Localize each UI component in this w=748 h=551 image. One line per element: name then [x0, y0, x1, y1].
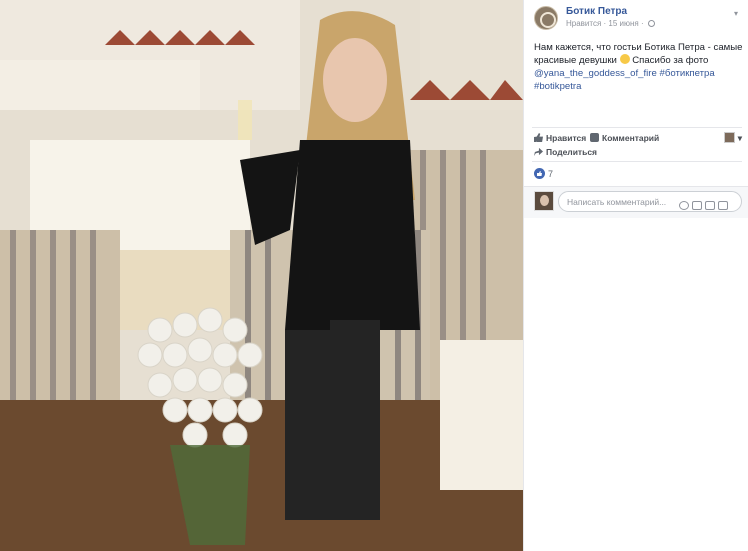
post-meta: Нравится · 15 июня ·: [566, 19, 655, 28]
post-photo[interactable]: [0, 0, 523, 551]
commenter-avatar: [534, 191, 554, 211]
page-avatar[interactable]: [534, 6, 558, 30]
post-actions: Нравится Комментарий ▾ Поделиться: [534, 132, 746, 160]
like-reaction-icon: [534, 168, 545, 179]
page-name-link[interactable]: Ботик Петра: [566, 6, 627, 17]
sticker-icon[interactable]: [718, 201, 728, 210]
mention-link[interactable]: @yana_the_goddess_of_fire: [534, 68, 657, 79]
post-text-part2: Спасибо за фото: [629, 55, 709, 66]
reaction-count: 7: [548, 169, 554, 179]
chevron-down-icon: ▾: [737, 133, 742, 143]
comment-icon: [590, 133, 599, 142]
post-date[interactable]: 15 июня: [608, 19, 638, 28]
user-avatar: [724, 132, 736, 143]
post-side-panel: Ботик Петра Нравится · 15 июня · ▾ Нам к…: [523, 0, 748, 551]
chevron-down-icon[interactable]: ▾: [734, 9, 738, 18]
share-button[interactable]: Поделиться: [534, 147, 597, 157]
camera-icon[interactable]: [692, 201, 702, 210]
globe-icon: [647, 20, 655, 27]
emoji-icon[interactable]: [679, 201, 689, 210]
meta-separator-2: ·: [638, 19, 646, 28]
comment-label: Комментарий: [602, 133, 660, 143]
hashtag-link-en[interactable]: #botikpetra: [534, 81, 581, 92]
divider: [532, 161, 742, 162]
comment-button[interactable]: Комментарий: [590, 133, 659, 143]
thumbs-up-icon: [534, 133, 543, 142]
photo-illustration: [0, 0, 523, 551]
comment-tools: [679, 197, 731, 210]
gif-icon[interactable]: [705, 201, 715, 210]
share-icon: [534, 147, 543, 156]
post-header: Ботик Петра Нравится · 15 июня · ▾: [534, 6, 744, 30]
identity-chooser[interactable]: ▾: [724, 132, 742, 144]
post-text: Нам кажется, что гостьи Ботика Петра - с…: [534, 41, 744, 93]
hashtag-link-ru[interactable]: #ботикпетра: [660, 68, 715, 79]
divider: [532, 127, 742, 128]
share-label: Поделиться: [546, 147, 598, 157]
comment-composer: [524, 186, 748, 218]
reactions-summary[interactable]: 7: [534, 168, 553, 179]
like-label: Нравится: [546, 133, 587, 143]
like-button[interactable]: Нравится: [534, 133, 586, 143]
liked-label[interactable]: Нравится: [566, 19, 601, 28]
smile-emoji-icon: [619, 54, 630, 64]
